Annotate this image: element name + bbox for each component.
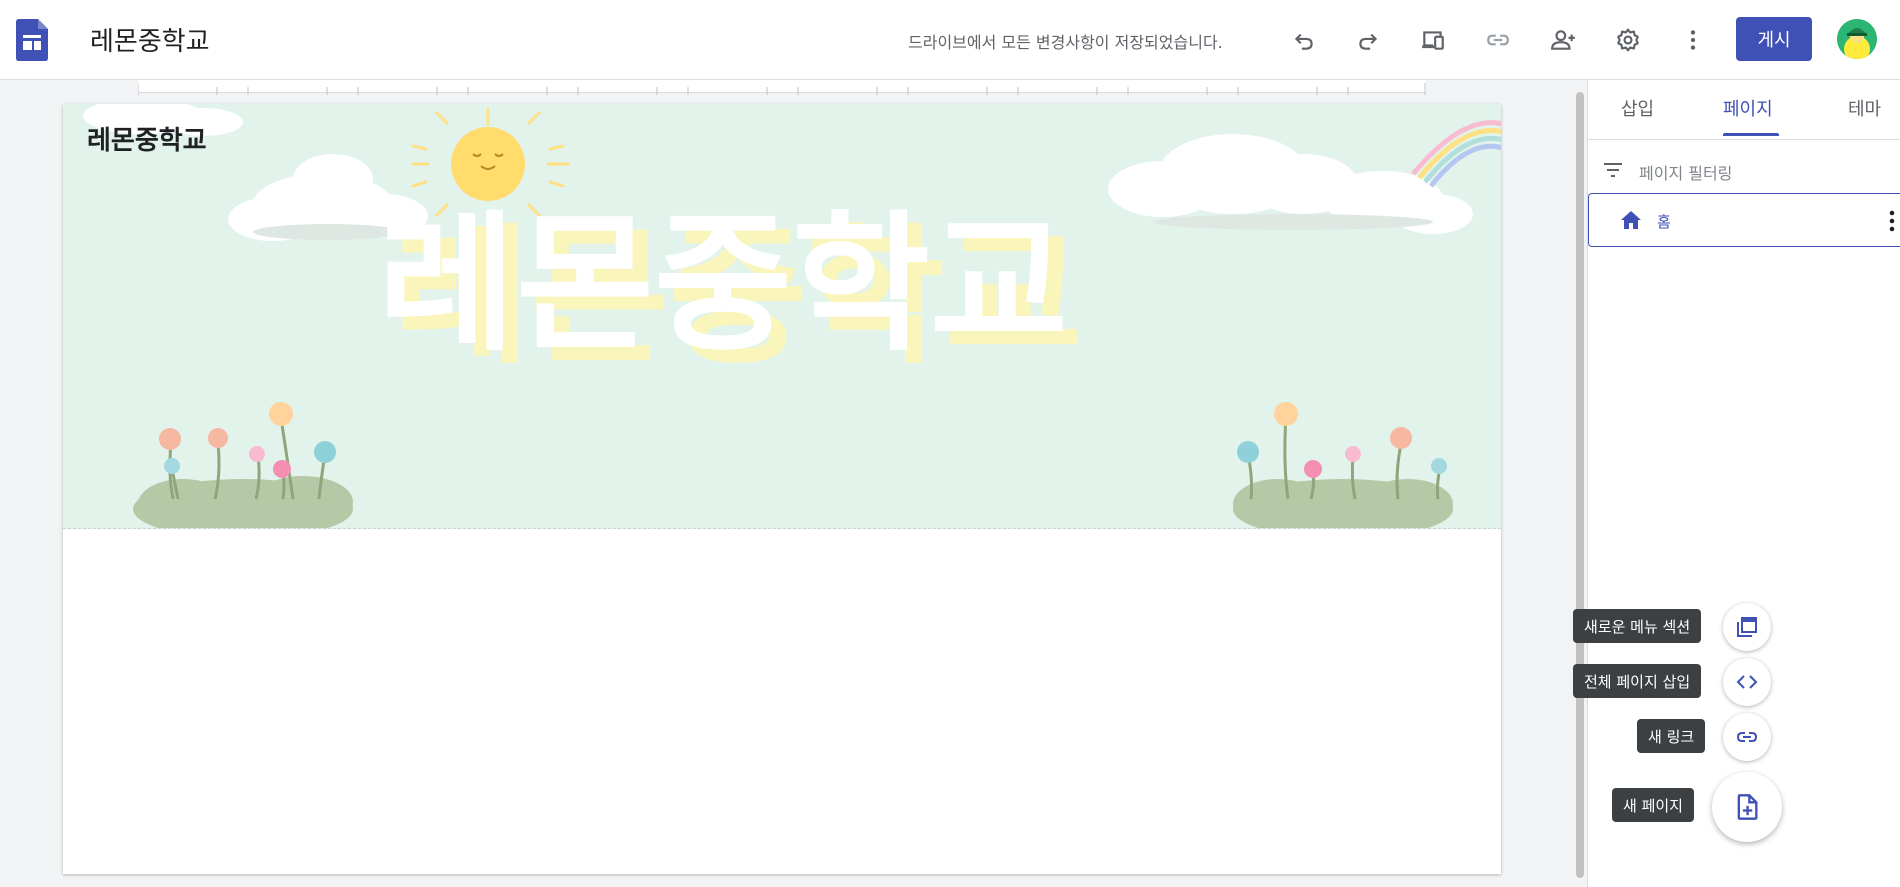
top-bar: 레몬중학교 드라이브에서 모든 변경사항이 저장되었습니다. 게시	[0, 0, 1900, 80]
side-panel: 삽입 페이지 테마 페이지 필터링 홈	[1587, 80, 1900, 887]
save-status: 드라이브에서 모든 변경사항이 저장되었습니다.	[908, 33, 1223, 52]
redo-icon[interactable]	[1350, 22, 1386, 58]
new-menu-section-label: 새로운 메뉴 섹션	[1573, 609, 1702, 643]
more-vert-icon[interactable]	[1675, 22, 1711, 58]
banner-illustration: 레몬중학교 레몬중학교	[83, 104, 1501, 528]
site-title[interactable]: 레몬중학교	[90, 21, 210, 58]
horizontal-ruler	[137, 80, 1426, 95]
google-sites-logo-icon[interactable]	[16, 19, 48, 61]
undo-icon[interactable]	[1286, 22, 1322, 58]
page-canvas[interactable]: 레몬중학교 레몬중학교 레몬중학교	[63, 104, 1501, 874]
filter-input[interactable]: 페이지 필터링	[1639, 160, 1732, 184]
tab-pages[interactable]: 페이지	[1723, 95, 1773, 121]
canvas-scrollbar[interactable]	[1576, 92, 1584, 878]
new-menu-section-button[interactable]	[1723, 603, 1771, 651]
publish-button[interactable]: 게시	[1736, 17, 1812, 61]
new-page-icon	[1737, 794, 1758, 820]
home-icon	[1621, 211, 1641, 229]
page-item-home[interactable]: 홈	[1588, 193, 1900, 247]
filter-icon	[1604, 163, 1622, 177]
banner-text: 레몬중학교	[378, 198, 1068, 372]
more-vert-icon[interactable]	[1884, 208, 1900, 234]
page-item-label: 홈	[1657, 213, 1671, 231]
new-link-button[interactable]	[1723, 713, 1771, 761]
add-person-icon[interactable]	[1545, 22, 1581, 58]
full-page-embed-label: 전체 페이지 삽입	[1573, 664, 1702, 698]
header-banner[interactable]: 레몬중학교 레몬중학교 레몬중학교	[63, 104, 1501, 529]
code-icon	[1736, 675, 1758, 689]
divider	[1588, 139, 1900, 140]
avatar[interactable]	[1837, 19, 1877, 59]
full-page-embed-button[interactable]	[1723, 658, 1771, 706]
page-filter[interactable]: 페이지 필터링	[1588, 150, 1900, 190]
new-link-label: 새 링크	[1637, 719, 1706, 753]
link-icon	[1736, 732, 1758, 742]
new-page-label: 새 페이지	[1612, 788, 1694, 822]
preview-devices-icon[interactable]	[1415, 22, 1451, 58]
new-page-button[interactable]	[1712, 772, 1782, 842]
gear-icon[interactable]	[1610, 22, 1646, 58]
active-tab-indicator	[1723, 133, 1779, 136]
tab-insert[interactable]: 삽입	[1621, 95, 1654, 121]
header-site-name[interactable]: 레몬중학교	[87, 120, 207, 157]
link-icon[interactable]	[1480, 22, 1516, 58]
tab-themes[interactable]: 테마	[1848, 95, 1881, 121]
copy-section-icon	[1737, 617, 1757, 637]
